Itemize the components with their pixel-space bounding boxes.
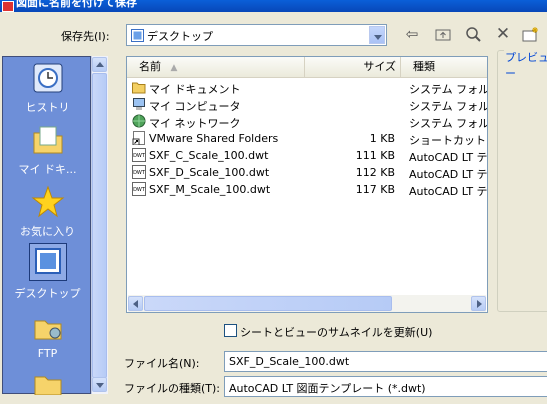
update-thumbnails-label[interactable]: シートとビューのサムネイルを更新(U) <box>240 324 432 340</box>
sort-ascending-icon: ▲ <box>170 63 178 73</box>
ftp-icon <box>31 309 65 343</box>
search-web-icon[interactable] <box>463 24 483 44</box>
column-header-size[interactable]: サイズ <box>305 57 401 77</box>
place-history[interactable]: ヒストリ <box>3 61 92 115</box>
dwt-file-icon: DWT <box>132 182 146 196</box>
scroll-down-button[interactable] <box>92 377 107 392</box>
place-label: FTP <box>37 347 58 360</box>
file-row[interactable]: マイ コンピュータ システム フォルダ <box>127 96 487 113</box>
save-in-combo[interactable]: デスクトップ <box>126 24 387 46</box>
window-title: 図面に名前を付けて保存 <box>16 0 137 9</box>
file-list[interactable]: 名前 ▲ サイズ 種類 マイ ドキュメント システム フォルダ マイ コンピュー… <box>126 56 488 313</box>
history-icon <box>31 61 65 95</box>
update-thumbnails-checkbox[interactable] <box>224 324 237 337</box>
place-label: ヒストリ <box>25 101 70 114</box>
save-in-value: デスクトップ <box>147 30 213 43</box>
desktop-icon <box>131 29 144 42</box>
scroll-up-button[interactable] <box>92 57 107 72</box>
place-favorites[interactable]: お気に入り <box>3 185 92 239</box>
delete-icon[interactable]: ✕ <box>493 24 513 44</box>
list-header: 名前 ▲ サイズ 種類 <box>127 57 487 78</box>
scroll-thumb[interactable] <box>92 73 107 378</box>
network-icon <box>132 114 146 128</box>
place-desktop[interactable]: デスクトップ <box>3 243 92 301</box>
place-ftp[interactable]: FTP <box>3 309 92 360</box>
my-documents-icon <box>31 123 65 157</box>
preview-group: プレビュー <box>497 49 547 312</box>
folder-icon <box>132 82 146 94</box>
computer-icon <box>133 98 145 110</box>
new-folder-icon[interactable] <box>521 24 541 44</box>
place-label: お気に入り <box>20 225 75 238</box>
file-row[interactable]: マイ ドキュメント システム フォルダ <box>127 79 487 96</box>
places-scrollbar[interactable] <box>91 56 108 394</box>
file-row[interactable]: DWT SXF_M_Scale_100.dwt 117 KB AutoCAD L… <box>127 181 487 198</box>
filetype-label: ファイルの種類(T): <box>124 382 221 395</box>
file-row[interactable]: マイ ネットワーク システム フォルダ <box>127 113 487 130</box>
file-row[interactable]: DWT SXF_C_Scale_100.dwt 111 KB AutoCAD L… <box>127 147 487 164</box>
places-bar: ヒストリ マイ ドキ... お気に入り デスクトップ FTP <box>2 56 92 396</box>
folder-icon[interactable] <box>31 369 65 396</box>
favorites-star-icon <box>31 185 65 219</box>
horizontal-scrollbar[interactable] <box>128 295 486 312</box>
back-icon[interactable]: ⇦ <box>402 24 422 44</box>
filename-label: ファイル名(N): <box>124 357 200 370</box>
scroll-thumb[interactable] <box>144 296 392 311</box>
place-label: デスクトップ <box>14 287 81 300</box>
desktop-icon <box>28 243 67 281</box>
dwt-file-icon: DWT <box>132 165 146 179</box>
column-header-name[interactable]: 名前 ▲ <box>127 57 305 77</box>
place-my-documents[interactable]: マイ ドキ... <box>3 123 92 177</box>
file-row[interactable]: VMware Shared Folders 1 KB ショートカット <box>127 130 487 147</box>
column-header-type[interactable]: 種類 <box>401 57 487 77</box>
save-in-label: 保存先(I): <box>61 30 110 43</box>
up-folder-icon[interactable] <box>433 24 453 44</box>
place-label: マイ ドキ... <box>18 163 77 176</box>
app-icon <box>2 1 14 12</box>
preview-label: プレビュー <box>504 49 547 81</box>
file-row[interactable]: DWT SXF_D_Scale_100.dwt 112 KB AutoCAD L… <box>127 164 487 181</box>
dwt-file-icon: DWT <box>132 148 146 162</box>
title-bar: 図面に名前を付けて保存 <box>0 0 547 12</box>
filename-input[interactable]: SXF_D_Scale_100.dwt <box>224 351 547 372</box>
scroll-left-button[interactable] <box>128 296 143 311</box>
save-in-dropdown-button[interactable] <box>369 26 385 44</box>
filetype-select[interactable]: AutoCAD LT 図面テンプレート (*.dwt) <box>224 376 547 397</box>
shortcut-icon <box>132 131 145 145</box>
scroll-right-button[interactable] <box>471 296 486 311</box>
